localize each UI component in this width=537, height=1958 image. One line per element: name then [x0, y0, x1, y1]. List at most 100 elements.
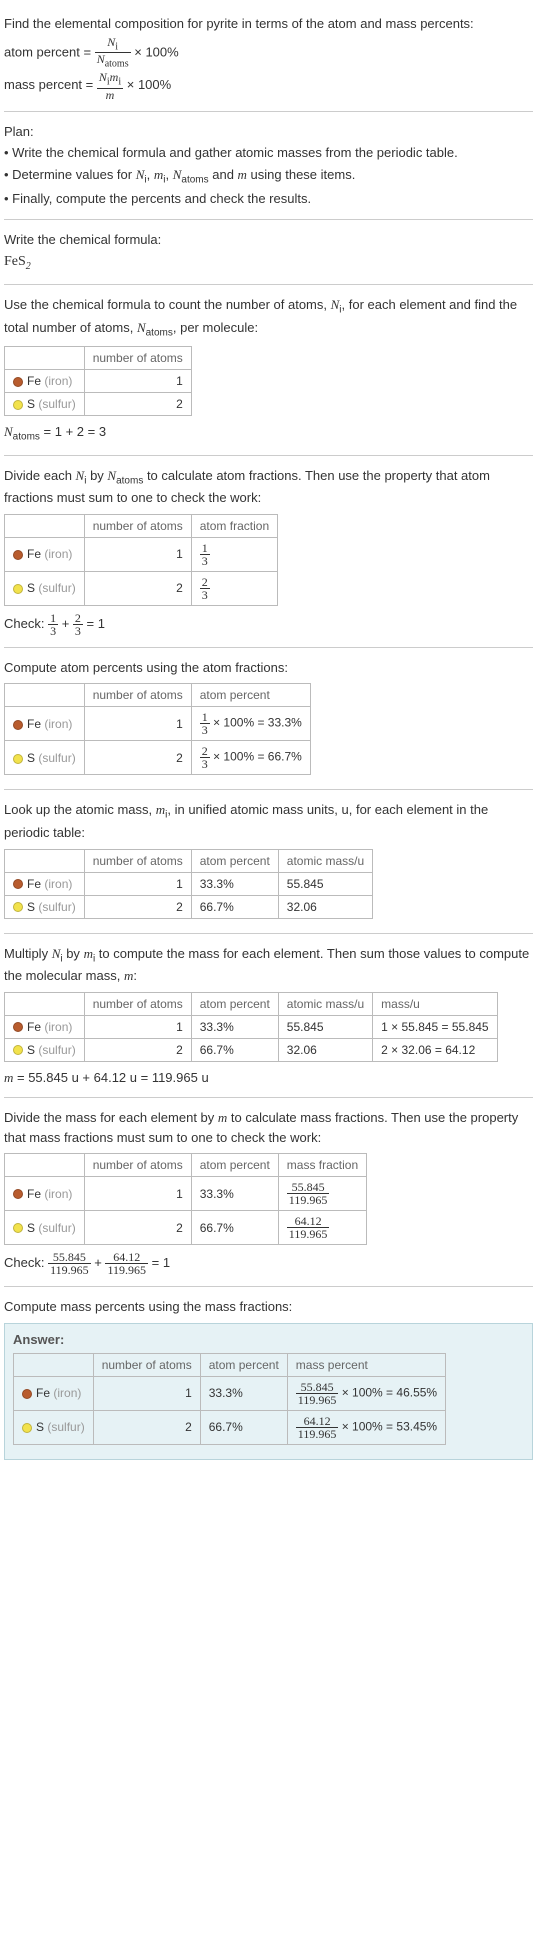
fraction: 13 — [200, 542, 210, 567]
t: FeS — [4, 254, 26, 269]
t: : — [133, 968, 137, 983]
p: 66.7% — [191, 895, 278, 918]
table-row: S (sulfur)266.7%32.062 × 32.06 = 64.12 — [5, 1038, 498, 1061]
l: (iron) — [53, 1386, 81, 1400]
p: 66.7% — [191, 1038, 278, 1061]
c: number of atoms — [84, 514, 191, 537]
t: + — [91, 1255, 106, 1270]
c: atomic mass/u — [278, 849, 372, 872]
answer-box: Answer: number of atomsatom percentmass … — [4, 1323, 533, 1460]
t: Look up the atomic mass, — [4, 802, 156, 817]
d: 119.965 — [105, 1264, 148, 1276]
n: 2 — [84, 571, 191, 605]
c: atom percent — [191, 849, 278, 872]
t: , per molecule: — [173, 320, 258, 335]
v: m — [238, 167, 247, 182]
l: (sulfur) — [38, 900, 75, 914]
table-row: Fe (iron)133.3%55.8451 × 55.845 = 55.845 — [5, 1015, 498, 1038]
heading: Compute atom percents using the atom fra… — [4, 658, 533, 678]
n: 64.12 — [296, 1415, 339, 1428]
heading: Divide each Ni by Natoms to calculate at… — [4, 466, 533, 508]
chemical-formula: FeS2 — [4, 251, 533, 274]
p: 66.7% — [200, 1410, 287, 1444]
t: × 100% = 66.7% — [210, 750, 302, 764]
n: 1 — [84, 1177, 191, 1211]
iron-icon — [13, 550, 23, 560]
table-row: Fe (iron)113 — [5, 537, 278, 571]
mass-lookup-section: Look up the atomic mass, mi, in unified … — [4, 790, 533, 933]
r: 1 × 55.845 = 55.845 — [373, 1015, 497, 1038]
count-sum: Natoms = 1 + 2 = 3 — [4, 422, 533, 445]
mass-fraction-section: Divide the mass for each element by m to… — [4, 1098, 533, 1287]
l: (sulfur) — [38, 751, 75, 765]
n: 2 — [93, 1410, 200, 1444]
check: Check: 55.845119.965 + 64.12119.965 = 1 — [4, 1251, 533, 1276]
mass-fraction-table: number of atomsatom percentmass fraction… — [4, 1153, 367, 1245]
e: Fe — [27, 547, 41, 561]
intro-text: Find the elemental composition for pyrit… — [4, 14, 533, 34]
iron-icon — [13, 377, 23, 387]
atom-fraction-table: number of atomsatom fraction Fe (iron)11… — [4, 514, 278, 606]
fraction: 23 — [200, 745, 210, 770]
v: N — [137, 320, 146, 335]
sulfur-icon — [13, 902, 23, 912]
d: 119.965 — [287, 1194, 330, 1206]
c: atom percent — [200, 1353, 287, 1376]
table-row: Fe (iron)113 × 100% = 33.3% — [5, 707, 311, 741]
d: 3 — [200, 589, 210, 601]
v: N — [107, 468, 116, 483]
m: 55.845 — [278, 1015, 372, 1038]
l: (iron) — [44, 374, 72, 388]
t: using these items. — [247, 167, 355, 182]
table-row: S (sulfur)266.7%64.12119.965 × 100% = 53… — [14, 1410, 446, 1444]
v: m — [106, 88, 115, 102]
sulfur-icon — [13, 1223, 23, 1233]
t: × 100% = 33.3% — [210, 716, 302, 730]
c: atom percent — [191, 684, 310, 707]
fraction: Nimi m — [97, 71, 123, 100]
el: S — [27, 397, 35, 411]
l: (iron) — [44, 877, 72, 891]
s: i — [118, 77, 121, 88]
check: Check: 13 + 23 = 1 — [4, 612, 533, 637]
c: number of atoms — [84, 992, 191, 1015]
mass-percent-section: Compute mass percents using the mass fra… — [4, 1287, 533, 1468]
c: atomic mass/u — [278, 992, 372, 1015]
n: 2 — [84, 1211, 191, 1245]
count-heading: Use the chemical formula to count the nu… — [4, 295, 533, 340]
p: 66.7% — [191, 1211, 278, 1245]
t: • Determine values for — [4, 167, 136, 182]
l: (iron) — [44, 1187, 72, 1201]
table-row: S (sulfur)223 × 100% = 66.7% — [5, 741, 311, 775]
n: 1 — [84, 370, 191, 393]
c: number of atoms — [84, 1154, 191, 1177]
t: and — [209, 167, 238, 182]
t: × 100% = 46.55% — [338, 1385, 437, 1399]
count-table: number of atoms Fe (iron)1 S (sulfur)2 — [4, 346, 192, 416]
e: S — [36, 1420, 44, 1434]
c: atom fraction — [191, 514, 277, 537]
c: mass fraction — [278, 1154, 366, 1177]
table-row: Fe (iron)133.3%55.845119.965 × 100% = 46… — [14, 1376, 446, 1410]
n: 2 — [84, 1038, 191, 1061]
table-row: S (sulfur)266.7%64.12119.965 — [5, 1211, 367, 1245]
v: N — [4, 424, 13, 439]
l: (iron) — [44, 547, 72, 561]
sub: atoms — [105, 58, 129, 69]
var: N — [97, 52, 105, 66]
sulfur-icon — [22, 1423, 32, 1433]
iron-icon — [22, 1389, 32, 1399]
atom-percent-table: number of atomsatom percent Fe (iron)113… — [4, 683, 311, 775]
fraction: 64.12119.965 — [296, 1415, 339, 1440]
v: N — [331, 297, 340, 312]
e: Fe — [27, 1020, 41, 1034]
plan-item: • Determine values for Ni, mi, Natoms an… — [4, 165, 533, 188]
l: (iron) — [44, 1020, 72, 1034]
n: 2 — [84, 895, 191, 918]
v: N — [76, 468, 85, 483]
s: i — [144, 174, 146, 185]
n: 1 — [84, 707, 191, 741]
e: Fe — [27, 877, 41, 891]
n: 2 — [84, 741, 191, 775]
c: number of atoms — [93, 1353, 200, 1376]
